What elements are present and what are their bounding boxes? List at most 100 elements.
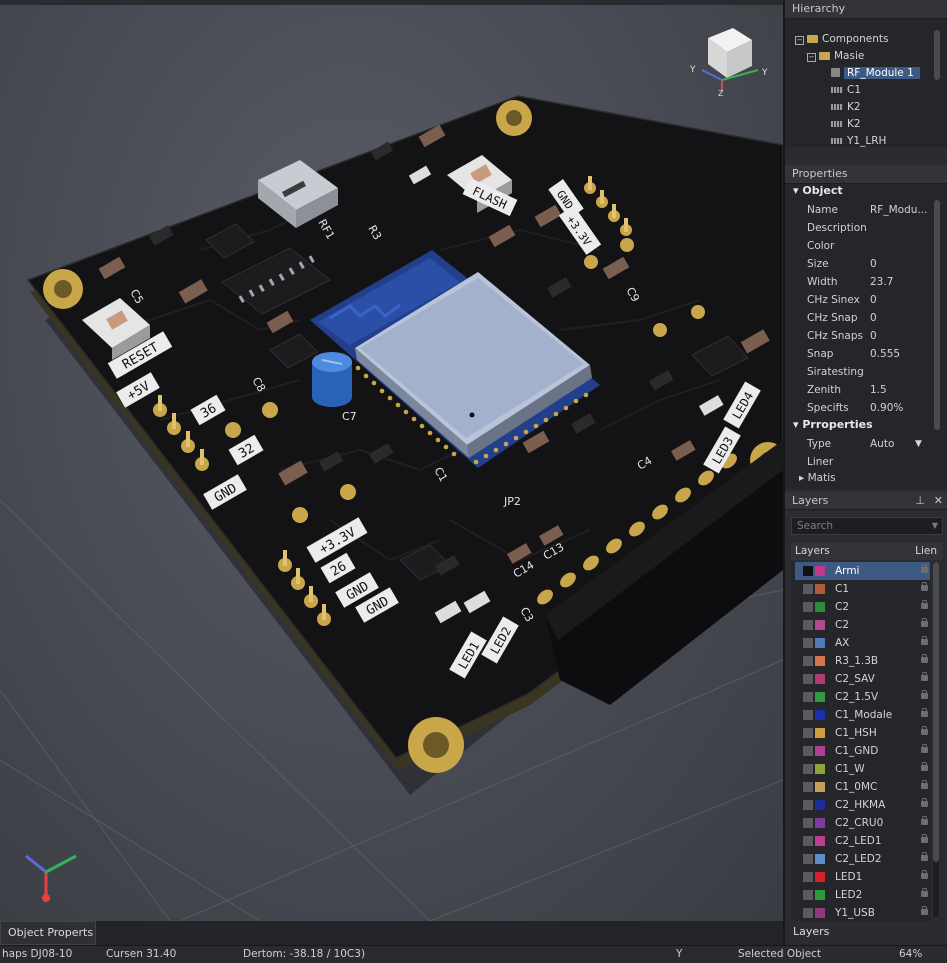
status-zoom[interactable]: 64% xyxy=(899,948,922,960)
layer-color-swatch[interactable] xyxy=(815,656,825,666)
layer-color-swatch[interactable] xyxy=(815,638,825,648)
layer-color-swatch[interactable] xyxy=(815,854,825,864)
hierarchy-tree[interactable]: − Components − Masie RF_Module 1 C1 K2 K2 … xyxy=(785,19,947,147)
layer-visibility-icon[interactable] xyxy=(803,656,813,666)
layer-row[interactable]: R3_1.3B xyxy=(795,652,930,670)
lock-icon[interactable] xyxy=(921,780,928,789)
lock-icon[interactable] xyxy=(921,582,928,591)
tab-layers[interactable]: Layers xyxy=(785,921,843,945)
lock-icon[interactable] xyxy=(921,654,928,663)
lock-icon[interactable] xyxy=(921,636,928,645)
layer-visibility-icon[interactable] xyxy=(803,710,813,720)
prop-type[interactable]: Type Auto ▼ xyxy=(785,435,937,453)
lock-icon[interactable] xyxy=(921,906,928,915)
layer-color-swatch[interactable] xyxy=(815,764,825,774)
prop-chz-sinex[interactable]: CHz Sinex 0 xyxy=(785,291,937,309)
layer-visibility-icon[interactable] xyxy=(803,746,813,756)
layer-visibility-icon[interactable] xyxy=(803,854,813,864)
layer-color-swatch[interactable] xyxy=(815,674,825,684)
pcb-scene[interactable]: RESET +5V 36 32 GND +3.3V 26 GND GND LED… xyxy=(0,0,783,921)
layer-row[interactable]: C2_LED1 xyxy=(795,832,930,850)
layer-row[interactable]: C2_SAV xyxy=(795,670,930,688)
prop-siratesting[interactable]: Siratesting xyxy=(785,363,937,381)
layer-visibility-icon[interactable] xyxy=(803,566,813,576)
layer-visibility-icon[interactable] xyxy=(803,728,813,738)
prop-zenith[interactable]: Zenith 1.5 xyxy=(785,381,937,399)
lock-icon[interactable] xyxy=(921,708,928,717)
layer-visibility-icon[interactable] xyxy=(803,782,813,792)
properties-scrollbar[interactable] xyxy=(934,200,940,430)
lock-icon[interactable] xyxy=(921,618,928,627)
tree-item-k2[interactable]: K2 xyxy=(831,101,861,113)
layer-row[interactable]: C2_1.5V xyxy=(795,688,930,706)
properties-panel[interactable]: ▾ Object Name RF_Modu... Description Colo… xyxy=(785,184,947,489)
prop-matis[interactable]: ▸ Matis xyxy=(785,469,937,481)
lock-icon[interactable] xyxy=(921,726,928,735)
layer-row[interactable]: C1_GND xyxy=(795,742,930,760)
lock-icon[interactable] xyxy=(921,870,928,879)
layer-row[interactable]: AX xyxy=(795,634,930,652)
lock-icon[interactable] xyxy=(921,798,928,807)
layers-scrollbar[interactable] xyxy=(933,562,939,917)
layer-color-swatch[interactable] xyxy=(815,728,825,738)
prop-width[interactable]: Width 23.7 xyxy=(785,273,937,291)
layer-color-swatch[interactable] xyxy=(815,566,825,576)
layer-color-swatch[interactable] xyxy=(815,692,825,702)
layer-row[interactable]: C2_HKMA xyxy=(795,796,930,814)
layer-row[interactable]: LED2 xyxy=(795,886,930,904)
layer-row[interactable]: C2 xyxy=(795,598,930,616)
tab-object-properties[interactable]: Object Properts xyxy=(0,921,96,945)
layer-color-swatch[interactable] xyxy=(815,800,825,810)
layer-row[interactable]: C2_CRU0 xyxy=(795,814,930,832)
lock-icon[interactable] xyxy=(921,744,928,753)
hierarchy-scrollbar[interactable] xyxy=(934,30,940,80)
prop-snap[interactable]: Snap 0.555 xyxy=(785,345,937,363)
lock-icon[interactable] xyxy=(921,888,928,897)
prop-description[interactable]: Description xyxy=(785,219,937,237)
lock-icon[interactable] xyxy=(921,852,928,861)
layer-visibility-icon[interactable] xyxy=(803,836,813,846)
prop-chz-snaps[interactable]: CHz Snaps 0 xyxy=(785,327,937,345)
layer-row[interactable]: C1 xyxy=(795,580,930,598)
chevron-down-icon[interactable]: ▼ xyxy=(932,518,938,534)
prop-name[interactable]: Name RF_Modu... xyxy=(785,201,937,219)
tree-item-masie[interactable]: − Masie xyxy=(807,50,864,62)
3d-viewport[interactable]: RESET +5V 36 32 GND +3.3V 26 GND GND LED… xyxy=(0,0,783,921)
layer-row[interactable]: C1_HSH xyxy=(795,724,930,742)
prop-specifts[interactable]: Specifts 0.90% xyxy=(785,399,937,417)
section-object[interactable]: ▾ Object xyxy=(793,184,843,197)
collapse-icon[interactable]: − xyxy=(807,53,816,62)
close-icon[interactable]: ✕ xyxy=(934,492,943,510)
tree-item-components[interactable]: − Components xyxy=(795,33,888,45)
tree-item-rf-module[interactable]: RF_Module 1 xyxy=(831,67,920,79)
layer-color-swatch[interactable] xyxy=(815,782,825,792)
layer-row[interactable]: C1_W xyxy=(795,760,930,778)
layer-color-swatch[interactable] xyxy=(815,602,825,612)
lock-icon[interactable] xyxy=(921,762,928,771)
lock-icon[interactable] xyxy=(921,672,928,681)
layer-color-swatch[interactable] xyxy=(815,746,825,756)
tree-item-k2-b[interactable]: K2 xyxy=(831,118,861,130)
layers-list[interactable]: Armi C1 C2 C2 AX R3_1.3B C2_SAV C2_1.5V C1_Modal… xyxy=(791,562,931,922)
layer-row[interactable]: Y1_USB xyxy=(795,904,930,922)
layer-visibility-icon[interactable] xyxy=(803,584,813,594)
dropdown-arrow-icon[interactable]: ▼ xyxy=(915,435,922,453)
layer-color-swatch[interactable] xyxy=(815,872,825,882)
pin-icon[interactable]: ⊥ xyxy=(915,492,925,510)
layer-visibility-icon[interactable] xyxy=(803,818,813,828)
layer-visibility-icon[interactable] xyxy=(803,908,813,918)
layer-color-swatch[interactable] xyxy=(815,710,825,720)
tree-item-c1[interactable]: C1 xyxy=(831,84,861,96)
layer-color-swatch[interactable] xyxy=(815,908,825,918)
layer-visibility-icon[interactable] xyxy=(803,872,813,882)
layer-row[interactable]: C2 xyxy=(795,616,930,634)
lock-icon[interactable] xyxy=(921,834,928,843)
layer-color-swatch[interactable] xyxy=(815,890,825,900)
layer-visibility-icon[interactable] xyxy=(803,620,813,630)
prop-chz-snap[interactable]: CHz Snap 0 xyxy=(785,309,937,327)
lock-icon[interactable] xyxy=(921,564,928,573)
layer-row[interactable]: C2_LED2 xyxy=(795,850,930,868)
lock-icon[interactable] xyxy=(921,600,928,609)
layer-visibility-icon[interactable] xyxy=(803,692,813,702)
layer-visibility-icon[interactable] xyxy=(803,890,813,900)
